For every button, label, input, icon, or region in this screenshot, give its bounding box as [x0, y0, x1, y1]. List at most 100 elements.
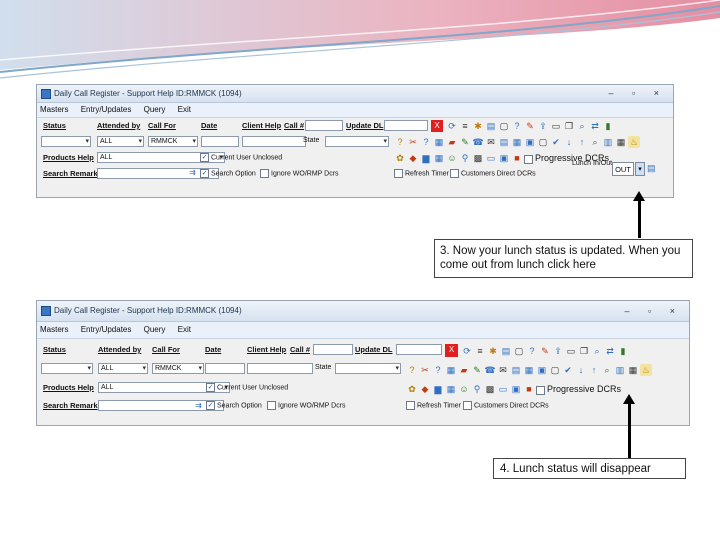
arrow-up-icon[interactable]: ↑	[576, 136, 588, 148]
refresh-timer-checkbox-2[interactable]: Refresh Timer	[406, 401, 461, 410]
monitor-icon[interactable]: ▭	[485, 152, 497, 164]
flower-icon-2[interactable]: ✿	[406, 383, 418, 395]
upload-icon-2[interactable]: ⇪	[552, 345, 564, 357]
arrow-down-icon[interactable]: ↓	[563, 136, 575, 148]
red-close-button-2[interactable]: X	[445, 344, 458, 357]
list-icon-2[interactable]: ≡	[474, 345, 486, 357]
menu-entry-updates-2[interactable]: Entry/Updates	[81, 325, 132, 334]
upload-icon[interactable]: ⇪	[537, 120, 549, 132]
print-icon[interactable]: ▤	[647, 163, 656, 174]
attended-by-select-2[interactable]: ALL	[98, 363, 148, 374]
grid2-icon[interactable]: ▩	[472, 152, 484, 164]
file-icon-2[interactable]: ▭	[565, 345, 577, 357]
zoom-icon[interactable]: ⌕	[589, 136, 601, 148]
current-user-unclosed-checkbox-2[interactable]: ✓ Current User Unclosed	[206, 383, 288, 392]
lunch-flag-icon[interactable]: ♨	[628, 136, 640, 148]
copy-icon[interactable]: ❐	[563, 120, 575, 132]
monitor-icon-2[interactable]: ▭	[497, 383, 509, 395]
person-icon-2[interactable]: ☺	[458, 383, 470, 395]
search-icon-2[interactable]: ⌕	[591, 345, 603, 357]
refresh-timer-checkbox[interactable]: Refresh Timer	[394, 169, 449, 178]
copy-icon-2[interactable]: ❐	[578, 345, 590, 357]
zoom-icon-2[interactable]: ⌕	[601, 364, 613, 376]
customers-direct-checkbox-2[interactable]: Customers Direct DCRs	[463, 401, 549, 410]
tools-icon[interactable]: ✂	[407, 136, 419, 148]
client-help-input[interactable]	[242, 136, 306, 147]
help-badge-icon-2[interactable]: ?	[406, 364, 418, 376]
search-go-icon-2[interactable]: ⇉	[195, 401, 202, 410]
door-exit-icon[interactable]: ▮	[602, 120, 614, 132]
list-icon[interactable]: ≡	[459, 120, 471, 132]
folder-icon[interactable]: ▆	[420, 152, 432, 164]
grid-icon[interactable]: ▦	[433, 136, 445, 148]
person-icon[interactable]: ☺	[446, 152, 458, 164]
client-help-input-2[interactable]	[247, 363, 313, 374]
table-icon[interactable]: ▦	[511, 136, 523, 148]
grid2-icon-2[interactable]: ▩	[484, 383, 496, 395]
flower-icon[interactable]: ✿	[394, 152, 406, 164]
link-icon-2[interactable]: ⚲	[471, 383, 483, 395]
update-dl-input-2[interactable]	[396, 344, 442, 355]
arrow-up-icon-2[interactable]: ↑	[588, 364, 600, 376]
window-icon-2[interactable]: ▣	[510, 383, 522, 395]
check-doc-icon-2[interactable]: ✔	[562, 364, 574, 376]
mail-icon[interactable]: ✉	[485, 136, 497, 148]
menu-masters-2[interactable]: Masters	[40, 325, 68, 334]
red-close-button[interactable]: X	[431, 120, 443, 132]
arrow-down-icon-2[interactable]: ↓	[575, 364, 587, 376]
swap-icon[interactable]: ⇄	[589, 120, 601, 132]
date-input-2[interactable]	[205, 363, 245, 374]
menu-entry-updates[interactable]: Entry/Updates	[81, 105, 132, 114]
window-controls-2[interactable]: – ▫ ×	[625, 301, 683, 321]
pen-icon-2[interactable]: ✎	[471, 364, 483, 376]
tools-icon-2[interactable]: ✂	[419, 364, 431, 376]
help-badge-icon[interactable]: ?	[394, 136, 406, 148]
edit-icon-2[interactable]: ✎	[539, 345, 551, 357]
update-dl-input[interactable]	[384, 120, 428, 131]
note-icon-2[interactable]: ▢	[549, 364, 561, 376]
search-option-checkbox-2[interactable]: ✓ Search Option	[206, 401, 262, 410]
page-icon-2[interactable]: ▢	[513, 345, 525, 357]
state-select[interactable]	[325, 136, 389, 147]
mail-icon-2[interactable]: ✉	[497, 364, 509, 376]
window-icon[interactable]: ▣	[498, 152, 510, 164]
tag-icon-2[interactable]: ◆	[419, 383, 431, 395]
refresh-icon[interactable]: ⟳	[446, 120, 458, 132]
phone-icon[interactable]: ☎	[472, 136, 484, 148]
question-icon-2[interactable]: ?	[432, 364, 444, 376]
help-icon[interactable]: ?	[511, 120, 523, 132]
question-icon[interactable]: ?	[420, 136, 432, 148]
grid-icon-2[interactable]: ▦	[445, 364, 457, 376]
ignore-option-checkbox[interactable]: Ignore WO/RMP Dcrs	[260, 169, 339, 178]
report-icon[interactable]: ▤	[498, 136, 510, 148]
customers-direct-checkbox[interactable]: Customers Direct DCRs	[450, 169, 536, 178]
phone-icon-2[interactable]: ☎	[484, 364, 496, 376]
search-option-checkbox[interactable]: ✓ Search Option	[200, 169, 256, 178]
stop-icon[interactable]: ■	[511, 152, 523, 164]
document-icon-2[interactable]: ▤	[500, 345, 512, 357]
cal-icon-2[interactable]: ▦	[627, 364, 639, 376]
stop-icon-2[interactable]: ■	[523, 383, 535, 395]
progressive-checkbox[interactable]: Progressive DCRs	[524, 152, 609, 164]
folder-icon-2[interactable]: ▆	[432, 383, 444, 395]
call-no-input[interactable]	[305, 120, 343, 131]
call-no-input-2[interactable]	[313, 344, 353, 355]
file-icon[interactable]: ▭	[550, 120, 562, 132]
swap-icon-2[interactable]: ⇄	[604, 345, 616, 357]
state-select-2[interactable]	[335, 363, 401, 374]
call-for-select-2[interactable]: RMMCK	[152, 363, 204, 374]
check-doc-icon[interactable]: ✔	[550, 136, 562, 148]
note-icon[interactable]: ▢	[537, 136, 549, 148]
attended-by-select[interactable]: ALL	[97, 136, 144, 147]
door-exit-icon-2[interactable]: ▮	[617, 345, 629, 357]
edit-icon[interactable]: ✎	[524, 120, 536, 132]
gear-icon[interactable]: ✱	[472, 120, 484, 132]
chart-icon-2[interactable]: ▥	[614, 364, 626, 376]
current-user-unclosed-checkbox[interactable]: ✓ Current User Unclosed	[200, 153, 282, 162]
chart-icon[interactable]: ▥	[602, 136, 614, 148]
sheet-icon[interactable]: ▣	[524, 136, 536, 148]
calendar-icon-2[interactable]: ▦	[445, 383, 457, 395]
status-select-2[interactable]	[41, 363, 93, 374]
lunch-dropdown-button[interactable]: ▾	[635, 162, 645, 176]
menu-query-2[interactable]: Query	[144, 325, 166, 334]
